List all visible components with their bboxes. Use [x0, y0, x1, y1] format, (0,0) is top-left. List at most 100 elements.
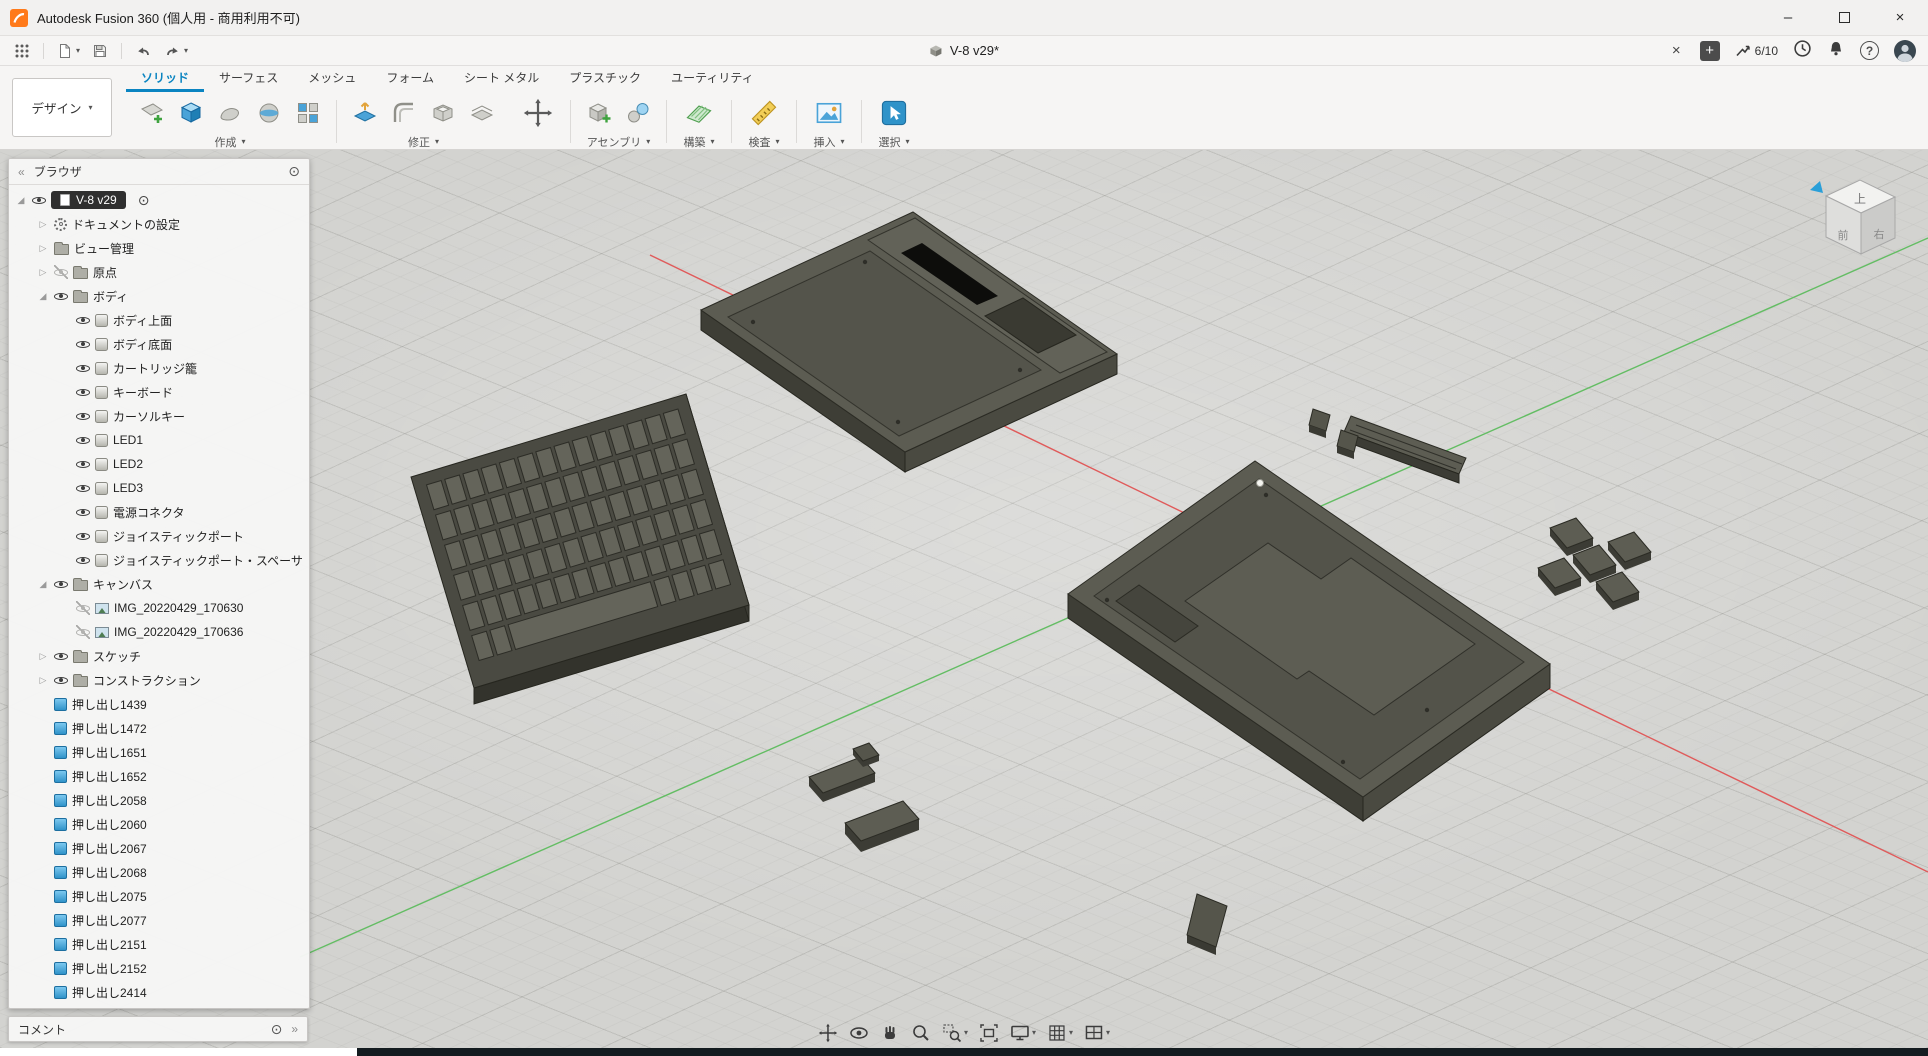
new-document-tab-button[interactable]: +	[1700, 41, 1720, 61]
user-avatar[interactable]	[1894, 40, 1916, 62]
tree-row[interactable]: 押し出し2414	[9, 980, 309, 1004]
tree-row[interactable]: 電源コネクタ	[9, 500, 309, 524]
collapsed-arrow-icon[interactable]: ▷	[37, 651, 49, 662]
visibility-eye-icon[interactable]	[76, 385, 90, 399]
tree-item-label[interactable]: キャンバス	[93, 576, 153, 593]
visibility-eye-icon[interactable]	[54, 265, 68, 279]
fit-button[interactable]	[978, 1022, 1000, 1044]
maximize-button[interactable]	[1816, 0, 1872, 35]
body-led-parts[interactable]	[809, 743, 919, 852]
tree-item-label[interactable]: 押し出し2060	[72, 816, 147, 833]
visibility-eye-icon[interactable]	[76, 601, 90, 615]
body-top-case[interactable]	[701, 212, 1117, 472]
grab-button[interactable]	[879, 1022, 901, 1044]
expand-right-icon[interactable]: »	[291, 1022, 298, 1036]
construction-plane-button[interactable]	[679, 93, 719, 133]
tree-row[interactable]: ボディ底面	[9, 332, 309, 356]
group-assemble-label[interactable]: アセンブリ ▾	[587, 133, 650, 150]
panel-target-icon[interactable]: ⊙	[288, 163, 300, 180]
tree-item-label[interactable]: 押し出し2068	[72, 864, 147, 881]
tree-item-label[interactable]: 押し出し2414	[72, 984, 147, 1001]
display-settings-button[interactable]: ▾	[1009, 1022, 1037, 1044]
tree-item-label[interactable]: 押し出し1651	[72, 744, 147, 761]
viewcube[interactable]: 上 前 右	[1810, 180, 1895, 254]
tree-row[interactable]: 押し出し1652	[9, 764, 309, 788]
collapse-panel-icon[interactable]: «	[18, 165, 25, 179]
job-status-badge[interactable]: 6/10	[1735, 43, 1778, 58]
tree-row[interactable]: ▷ ビュー管理	[9, 236, 309, 260]
visibility-eye-icon[interactable]	[76, 337, 90, 351]
body-power-connector[interactable]	[1309, 409, 1466, 483]
recent-activity-button[interactable]	[1793, 39, 1812, 63]
visibility-eye-icon[interactable]	[54, 673, 68, 687]
tree-item-label[interactable]: 押し出し1652	[72, 768, 147, 785]
undo-button[interactable]	[133, 41, 154, 61]
expanded-arrow-icon[interactable]: ◢	[37, 579, 49, 590]
tree-item-label[interactable]: 押し出し2152	[72, 960, 147, 977]
tab-utilities[interactable]: ユーティリティ	[656, 65, 769, 92]
notifications-button[interactable]	[1827, 40, 1845, 62]
tree-item-label[interactable]: キーボード	[113, 384, 173, 401]
box-primitive-button[interactable]	[175, 97, 207, 129]
collapsed-arrow-icon[interactable]: ▷	[37, 243, 49, 254]
expanded-arrow-icon[interactable]: ◢	[37, 291, 49, 302]
tree-row[interactable]: ▷ドキュメントの設定	[9, 212, 309, 236]
look-at-button[interactable]	[848, 1022, 870, 1044]
group-construct-label[interactable]: 構築 ▾	[683, 133, 714, 150]
shell-button[interactable]	[427, 97, 459, 129]
redo-button[interactable]: ▾	[162, 41, 190, 61]
tab-mesh[interactable]: メッシュ	[293, 65, 371, 92]
viewcube-orbit-arrow-icon[interactable]	[1810, 181, 1823, 193]
tree-row[interactable]: LED3	[9, 476, 309, 500]
tree-item-label[interactable]: スケッチ	[93, 648, 141, 665]
pattern-button[interactable]	[292, 97, 324, 129]
tree-row[interactable]: LED1	[9, 428, 309, 452]
browser-root-row[interactable]: ◢V-8 v29⊙	[9, 188, 309, 212]
select-button[interactable]	[874, 93, 914, 133]
tab-solid[interactable]: ソリッド	[126, 65, 204, 92]
tree-row[interactable]: 押し出し2058	[9, 788, 309, 812]
tree-row[interactable]: IMG_20220429_170630	[9, 596, 309, 620]
visibility-eye-icon[interactable]	[54, 577, 68, 591]
document-tab[interactable]: V-8 v29*	[929, 43, 999, 58]
tree-item-label[interactable]: 押し出し2067	[72, 840, 147, 857]
insert-canvas-button[interactable]	[809, 93, 849, 133]
tree-row[interactable]: 押し出し2152	[9, 956, 309, 980]
group-inspect-label[interactable]: 検査 ▾	[748, 133, 779, 150]
tree-item-label[interactable]: ビュー管理	[74, 240, 134, 257]
tree-row[interactable]: カートリッジ籠	[9, 356, 309, 380]
tab-plastic[interactable]: プラスチック	[554, 65, 656, 92]
group-create-label[interactable]: 作成 ▾	[214, 133, 245, 150]
tree-row[interactable]: ボディ上面	[9, 308, 309, 332]
visibility-eye-icon[interactable]	[76, 361, 90, 375]
visibility-eye-icon[interactable]	[32, 193, 46, 207]
tree-item-label[interactable]: 電源コネクタ	[113, 504, 185, 521]
tree-row[interactable]: 押し出し2067	[9, 836, 309, 860]
tree-item-label[interactable]: 押し出し1439	[72, 696, 147, 713]
tree-item-label[interactable]: 押し出し2151	[72, 936, 147, 953]
app-grid-button[interactable]	[12, 41, 32, 61]
tree-item-label[interactable]: IMG_20220429_170636	[114, 625, 243, 639]
tab-form[interactable]: フォーム	[371, 65, 449, 92]
group-insert-label[interactable]: 挿入 ▾	[813, 133, 844, 150]
tree-item-label[interactable]: LED2	[113, 457, 143, 471]
body-keyboard[interactable]	[411, 394, 749, 704]
tab-surface[interactable]: サーフェス	[204, 65, 293, 92]
viewports-button[interactable]: ▾	[1083, 1022, 1111, 1044]
tree-item-label[interactable]: 押し出し2058	[72, 792, 147, 809]
tree-row[interactable]: ▷原点	[9, 260, 309, 284]
tree-item-label[interactable]: ジョイスティックポート	[113, 528, 244, 545]
tree-row[interactable]: 押し出し1439	[9, 692, 309, 716]
tree-row[interactable]: 押し出し1651	[9, 740, 309, 764]
tree-item-label[interactable]: V-8 v29	[76, 193, 117, 207]
help-button[interactable]: ?	[1860, 41, 1879, 60]
visibility-eye-icon[interactable]	[76, 457, 90, 471]
tree-item-label[interactable]: コンストラクション	[93, 672, 201, 689]
visibility-eye-icon[interactable]	[54, 649, 68, 663]
tree-item-label[interactable]: ジョイスティックポート・スペーサ	[113, 552, 303, 569]
group-select-label[interactable]: 選択 ▾	[878, 133, 909, 150]
active-document-chip[interactable]: V-8 v29	[51, 191, 126, 209]
file-menu-button[interactable]: ▾	[55, 41, 82, 61]
create-sketch-button[interactable]	[136, 97, 168, 129]
tree-row[interactable]: ▷コンストラクション	[9, 668, 309, 692]
